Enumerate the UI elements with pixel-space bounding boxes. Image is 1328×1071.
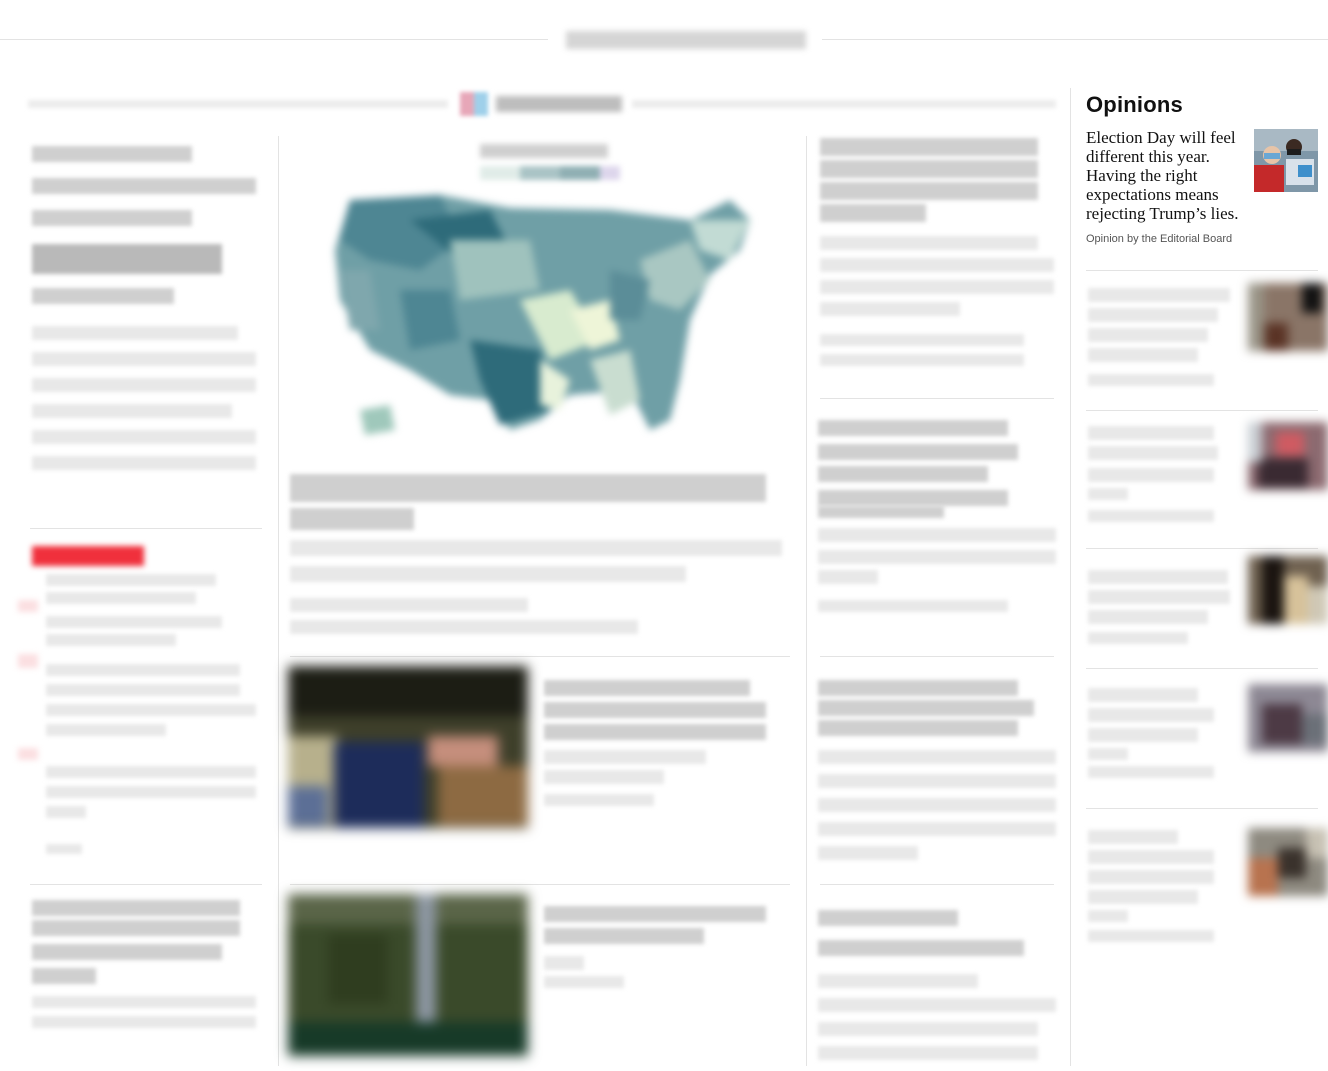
map-legend <box>480 144 620 184</box>
opinion-lead-photo[interactable] <box>1254 129 1318 192</box>
opinions-rule-4 <box>1086 668 1318 669</box>
section-rule-left <box>28 100 448 108</box>
opinion-item-4-thumb <box>1248 556 1328 624</box>
column-divider-1 <box>278 136 279 1066</box>
masthead-rule-left <box>0 39 548 40</box>
column-divider-2 <box>806 136 807 1066</box>
center-story-2-photo[interactable] <box>288 666 528 828</box>
opinion-item-5-thumb <box>1248 684 1328 752</box>
opinions-rule-2 <box>1086 410 1318 411</box>
opinion-lead-headline[interactable]: Election Day will feel different this ye… <box>1086 128 1254 223</box>
opinions-rule-1 <box>1086 270 1318 271</box>
opinion-item-2-thumb <box>1248 283 1328 351</box>
election-logo-icon <box>460 92 488 116</box>
masthead-rule-right <box>822 39 1328 40</box>
left-rule-2 <box>30 884 262 885</box>
opinions-rule-3 <box>1086 548 1318 549</box>
center-rule-2 <box>290 884 790 885</box>
masthead-blurred[interactable] <box>566 31 806 49</box>
column-divider-3 <box>1070 88 1071 1066</box>
right-rule-3 <box>820 884 1054 885</box>
right-rule-2 <box>820 656 1054 657</box>
section-label-blurred[interactable] <box>496 96 622 112</box>
opinion-item-3-thumb <box>1248 422 1328 490</box>
opinion-lead-byline[interactable]: Opinion by the Editorial Board <box>1086 233 1232 245</box>
healthcare-worker-photo-icon <box>1254 129 1318 192</box>
us-county-map[interactable] <box>310 180 770 460</box>
center-story-3-photo[interactable] <box>288 894 528 1056</box>
opinions-rule-5 <box>1086 808 1318 809</box>
right-rule-1 <box>820 398 1054 399</box>
opinion-item-6-thumb <box>1248 828 1328 896</box>
center-rule-1 <box>290 656 790 657</box>
opinions-section-title[interactable]: Opinions <box>1086 92 1183 118</box>
section-rule-right <box>632 100 1056 108</box>
left-rule-1 <box>30 528 262 529</box>
